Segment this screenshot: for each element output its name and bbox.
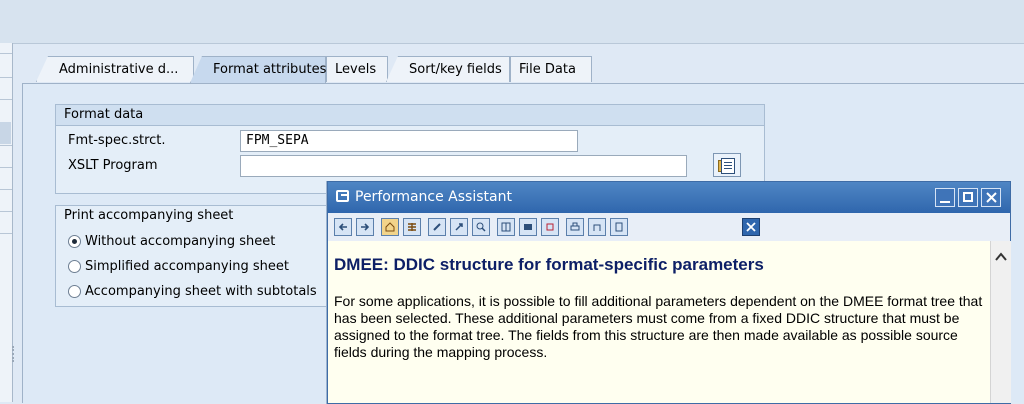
group-title: Print accompanying sheet (56, 206, 356, 226)
xslt-program-field[interactable] (240, 155, 687, 177)
radio-label: Simplified accompanying sheet (85, 259, 289, 274)
back-arrow-icon[interactable] (334, 218, 352, 236)
tab-format-attributes[interactable]: Format attributes (190, 56, 326, 83)
search-icon[interactable] (472, 218, 490, 236)
home-icon[interactable] (381, 218, 399, 236)
performance-assistant-window: Performance Assistant DMEE: DDIC structu… (327, 181, 1011, 404)
group-title: Format data (56, 105, 764, 126)
fmt-spec-label: Fmt-spec.strct. (68, 133, 166, 148)
tab-label: Format attributes (213, 62, 327, 77)
close-icon (746, 222, 756, 232)
tab-file-data[interactable]: File Data (510, 56, 592, 82)
document-icon (721, 158, 735, 174)
forward-arrow-icon[interactable] (356, 218, 374, 236)
tab-sort-key-fields[interactable]: Sort/key fields (386, 56, 510, 82)
splitter-grip-icon[interactable] (12, 346, 17, 362)
tab-levels[interactable]: Levels (326, 56, 388, 82)
minimize-button[interactable] (935, 188, 955, 207)
scroll-up-icon[interactable] (995, 251, 1007, 263)
popup-title: Performance Assistant (355, 189, 512, 205)
radio-icon (68, 285, 81, 298)
link-icon[interactable] (450, 218, 468, 236)
fmt-spec-field[interactable]: FPM_SEPA (240, 130, 578, 152)
maximize-button[interactable] (958, 188, 978, 207)
close-icon (986, 192, 997, 203)
close-button[interactable] (981, 188, 1001, 207)
popup-toolbar (328, 213, 1010, 242)
radio-label: Without accompanying sheet (85, 234, 276, 249)
help-content: DMEE: DDIC structure for format-specific… (328, 241, 990, 403)
maximize-icon (963, 192, 973, 202)
radio-sheet-subtotals[interactable]: Accompanying sheet with subtotals (68, 284, 317, 299)
bookmark-icon[interactable] (519, 218, 537, 236)
radio-icon (68, 260, 81, 273)
settings-icon[interactable] (541, 218, 559, 236)
tab-administrative-data[interactable]: Administrative d... (36, 56, 194, 82)
minimize-icon (940, 201, 950, 203)
book-icon[interactable] (497, 218, 515, 236)
radio-without-sheet[interactable]: Without accompanying sheet (68, 234, 275, 249)
tab-label: Levels (335, 62, 377, 77)
value-help-button[interactable] (713, 153, 741, 177)
help-heading: DMEE: DDIC structure for format-specific… (334, 255, 764, 274)
print-icon[interactable] (566, 218, 584, 236)
radio-label: Accompanying sheet with subtotals (85, 284, 317, 299)
structure-icon[interactable] (403, 218, 421, 236)
tab-label: File Data (519, 62, 576, 77)
tab-label: Sort/key fields (409, 62, 502, 77)
radio-simplified-sheet[interactable]: Simplified accompanying sheet (68, 259, 289, 274)
tab-label: Administrative d... (59, 62, 179, 77)
help-window-icon (336, 190, 349, 202)
edit-icon[interactable] (428, 218, 446, 236)
document-icon[interactable] (610, 218, 628, 236)
help-text: For some applications, it is possible to… (334, 293, 983, 360)
vertical-scrollbar[interactable] (990, 241, 1011, 403)
popup-title-bar[interactable]: Performance Assistant (328, 182, 1010, 213)
radio-selected-icon (68, 235, 81, 248)
xslt-program-label: XSLT Program (68, 158, 158, 173)
left-strip-selected-row[interactable] (0, 122, 11, 144)
export-icon[interactable] (588, 218, 606, 236)
header-band (0, 0, 1024, 44)
close-assistant-button[interactable] (742, 218, 760, 236)
